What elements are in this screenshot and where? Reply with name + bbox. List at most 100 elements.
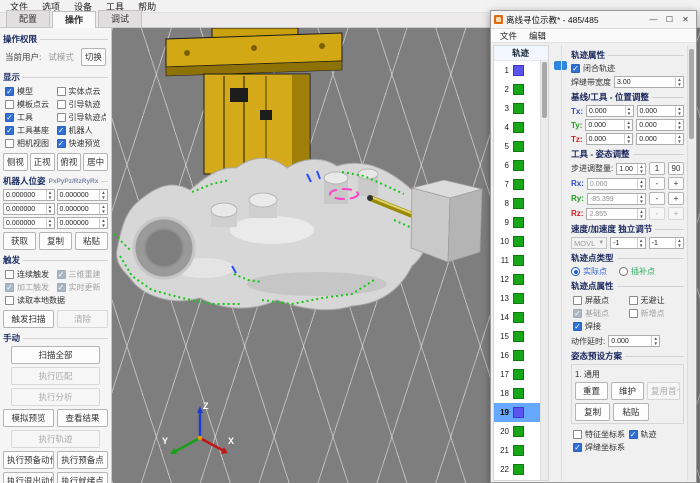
spin-down-icon[interactable]: ▼ [676,111,683,116]
trajectory-square[interactable] [513,179,524,190]
trajectory-square[interactable] [513,274,524,285]
pose-spin-0[interactable]: 0.000000▲▼ [3,189,55,201]
trajectory-square[interactable] [513,312,524,323]
point-attr-checkbox-0[interactable]: 屏蔽点 [573,295,627,306]
trajectory-square[interactable] [513,160,524,171]
trajectory-square[interactable] [513,65,524,76]
display-checkbox-3[interactable]: 引导轨迹 [57,99,107,110]
ry-plus-button[interactable]: + [668,192,684,205]
spin-down-icon[interactable]: ▼ [47,195,54,200]
teach-menu-item-1[interactable]: 编辑 [524,30,551,42]
move-type-dropdown[interactable]: MOVL▼ [571,237,607,249]
point-attr-checkbox-1[interactable]: 无避让 [629,295,683,306]
spin-down-icon[interactable]: ▼ [676,243,683,248]
switch-user-button[interactable]: 切换 [81,48,106,66]
rx-plus-button[interactable]: + [668,177,684,190]
trajectory-square[interactable] [513,217,524,228]
tab-2[interactable]: 调试 [98,10,142,27]
trajectory-square[interactable] [513,293,524,304]
rx-minus-button[interactable]: - [649,177,665,190]
manual-button-3-1[interactable]: 查看结果 [57,409,108,427]
trigger-checkbox-2[interactable]: ✓加工触发 [5,282,55,293]
tz-spin-1[interactable]: 0.000▲▼ [586,133,634,145]
step-adjust-spin[interactable]: 1.00▲▼ [616,163,646,175]
display-checkbox-0[interactable]: ✓模型 [5,86,55,97]
coord-checkbox-1[interactable]: ✓轨迹 [629,429,683,440]
speed-spin-1[interactable]: -1▲▼ [610,237,645,249]
point-type-option-1[interactable]: 插补点 [619,266,655,277]
rx-spin[interactable]: 0.000▲▼ [587,178,646,190]
manual-button-6-0[interactable]: 执行退出动作 [3,472,54,483]
trajectory-square[interactable] [513,103,524,114]
point-attr-checkbox-4[interactable]: ✓焊接 [573,321,682,332]
pose-button-2[interactable]: 粘贴 [75,232,108,250]
trajectory-square[interactable] [513,255,524,266]
trajectory-square[interactable] [513,198,524,209]
preset-button-r2-0[interactable]: 复制 [575,403,610,421]
spin-down-icon[interactable]: ▼ [638,184,645,189]
tx-spin-2[interactable]: 0.000▲▼ [637,105,685,117]
pose-button-0[interactable]: 获取 [3,232,36,250]
manual-button-5-0[interactable]: 执行预备动作 [3,451,54,469]
manual-button-0-0[interactable]: 扫描全部 [11,346,100,364]
seam-width-spin[interactable]: 3.00▲▼ [614,76,684,88]
ry-minus-button[interactable]: - [649,192,665,205]
spin-down-icon[interactable]: ▼ [676,82,683,87]
display-checkbox-2[interactable]: 模板点云 [5,99,55,110]
point-attr-checkbox-3[interactable]: 新增点 [629,308,683,319]
spin-down-icon[interactable]: ▼ [47,223,54,228]
spin-down-icon[interactable]: ▼ [638,199,645,204]
rz-spin[interactable]: 2.855▲▼ [586,208,646,220]
display-checkbox-1[interactable]: 实体点云 [57,86,107,97]
pose-spin-2[interactable]: 0.000000▲▼ [3,203,55,215]
workpiece-model[interactable] [117,158,430,310]
spin-down-icon[interactable]: ▼ [676,139,683,144]
trajectory-square[interactable] [513,388,524,399]
trajectory-square[interactable] [513,331,524,342]
trajectory-square[interactable] [513,350,524,361]
manual-button-3-0[interactable]: 模拟预览 [3,409,54,427]
spin-down-icon[interactable]: ▼ [638,243,645,248]
calibration-cube[interactable] [411,180,482,262]
spin-down-icon[interactable]: ▼ [625,125,632,130]
trigger-button-0[interactable]: 触发扫描 [3,310,54,328]
display-checkbox-8[interactable]: 相机视图 [5,138,55,149]
view-button-1[interactable]: 正视 [30,153,55,171]
trigger-checkbox-3[interactable]: ✓实时更新 [57,282,107,293]
trajectory-square[interactable] [513,369,524,380]
properties-scrollbar[interactable] [687,45,695,481]
spin-down-icon[interactable]: ▼ [638,214,645,219]
preset-button-r2-1[interactable]: 粘贴 [613,403,648,421]
manual-button-6-1[interactable]: 执行就绪点 [57,472,108,483]
display-checkbox-6[interactable]: ✓工具基座 [5,125,55,136]
teach-menu-item-0[interactable]: 文件 [495,30,522,42]
trigger-checkbox-1[interactable]: ✓三维重建 [57,269,107,280]
view-button-0[interactable]: 侧视 [3,153,28,171]
spin-down-icon[interactable]: ▼ [100,223,107,228]
preset-button-r1-1[interactable]: 维护 [611,382,644,400]
action-delay-spin[interactable]: 0.000▲▼ [608,335,660,347]
spin-down-icon[interactable]: ▼ [625,139,632,144]
trajectory-square[interactable] [513,84,524,95]
manual-button-5-1[interactable]: 执行预备点 [57,451,108,469]
trajectory-list-header[interactable]: 轨迹 [494,46,548,61]
spin-down-icon[interactable]: ▼ [638,169,645,174]
maximize-icon[interactable]: ☐ [662,15,677,24]
spin-down-icon[interactable]: ▼ [100,195,107,200]
speed-spin-2[interactable]: -1▲▼ [649,237,684,249]
tz-spin-2[interactable]: 0.000▲▼ [636,133,684,145]
spin-down-icon[interactable]: ▼ [676,125,683,130]
spin-down-icon[interactable]: ▼ [626,111,633,116]
trajectory-square[interactable] [513,426,524,437]
trajectory-list-scrollbar[interactable] [540,60,548,480]
ty-spin-2[interactable]: 0.000▲▼ [636,119,684,131]
tx-spin-1[interactable]: 0.000▲▼ [586,105,634,117]
tab-0[interactable]: 配置 [6,10,50,27]
display-checkbox-7[interactable]: ✓机器人 [57,125,107,136]
point-attr-checkbox-2[interactable]: ✓基础点 [573,308,627,319]
point-type-option-0[interactable]: 实际点 [571,266,607,277]
close-icon[interactable]: ✕ [678,15,693,24]
pose-spin-5[interactable]: 0.000000▲▼ [57,217,109,229]
spin-down-icon[interactable]: ▼ [652,341,659,346]
trajectory-square[interactable] [513,122,524,133]
